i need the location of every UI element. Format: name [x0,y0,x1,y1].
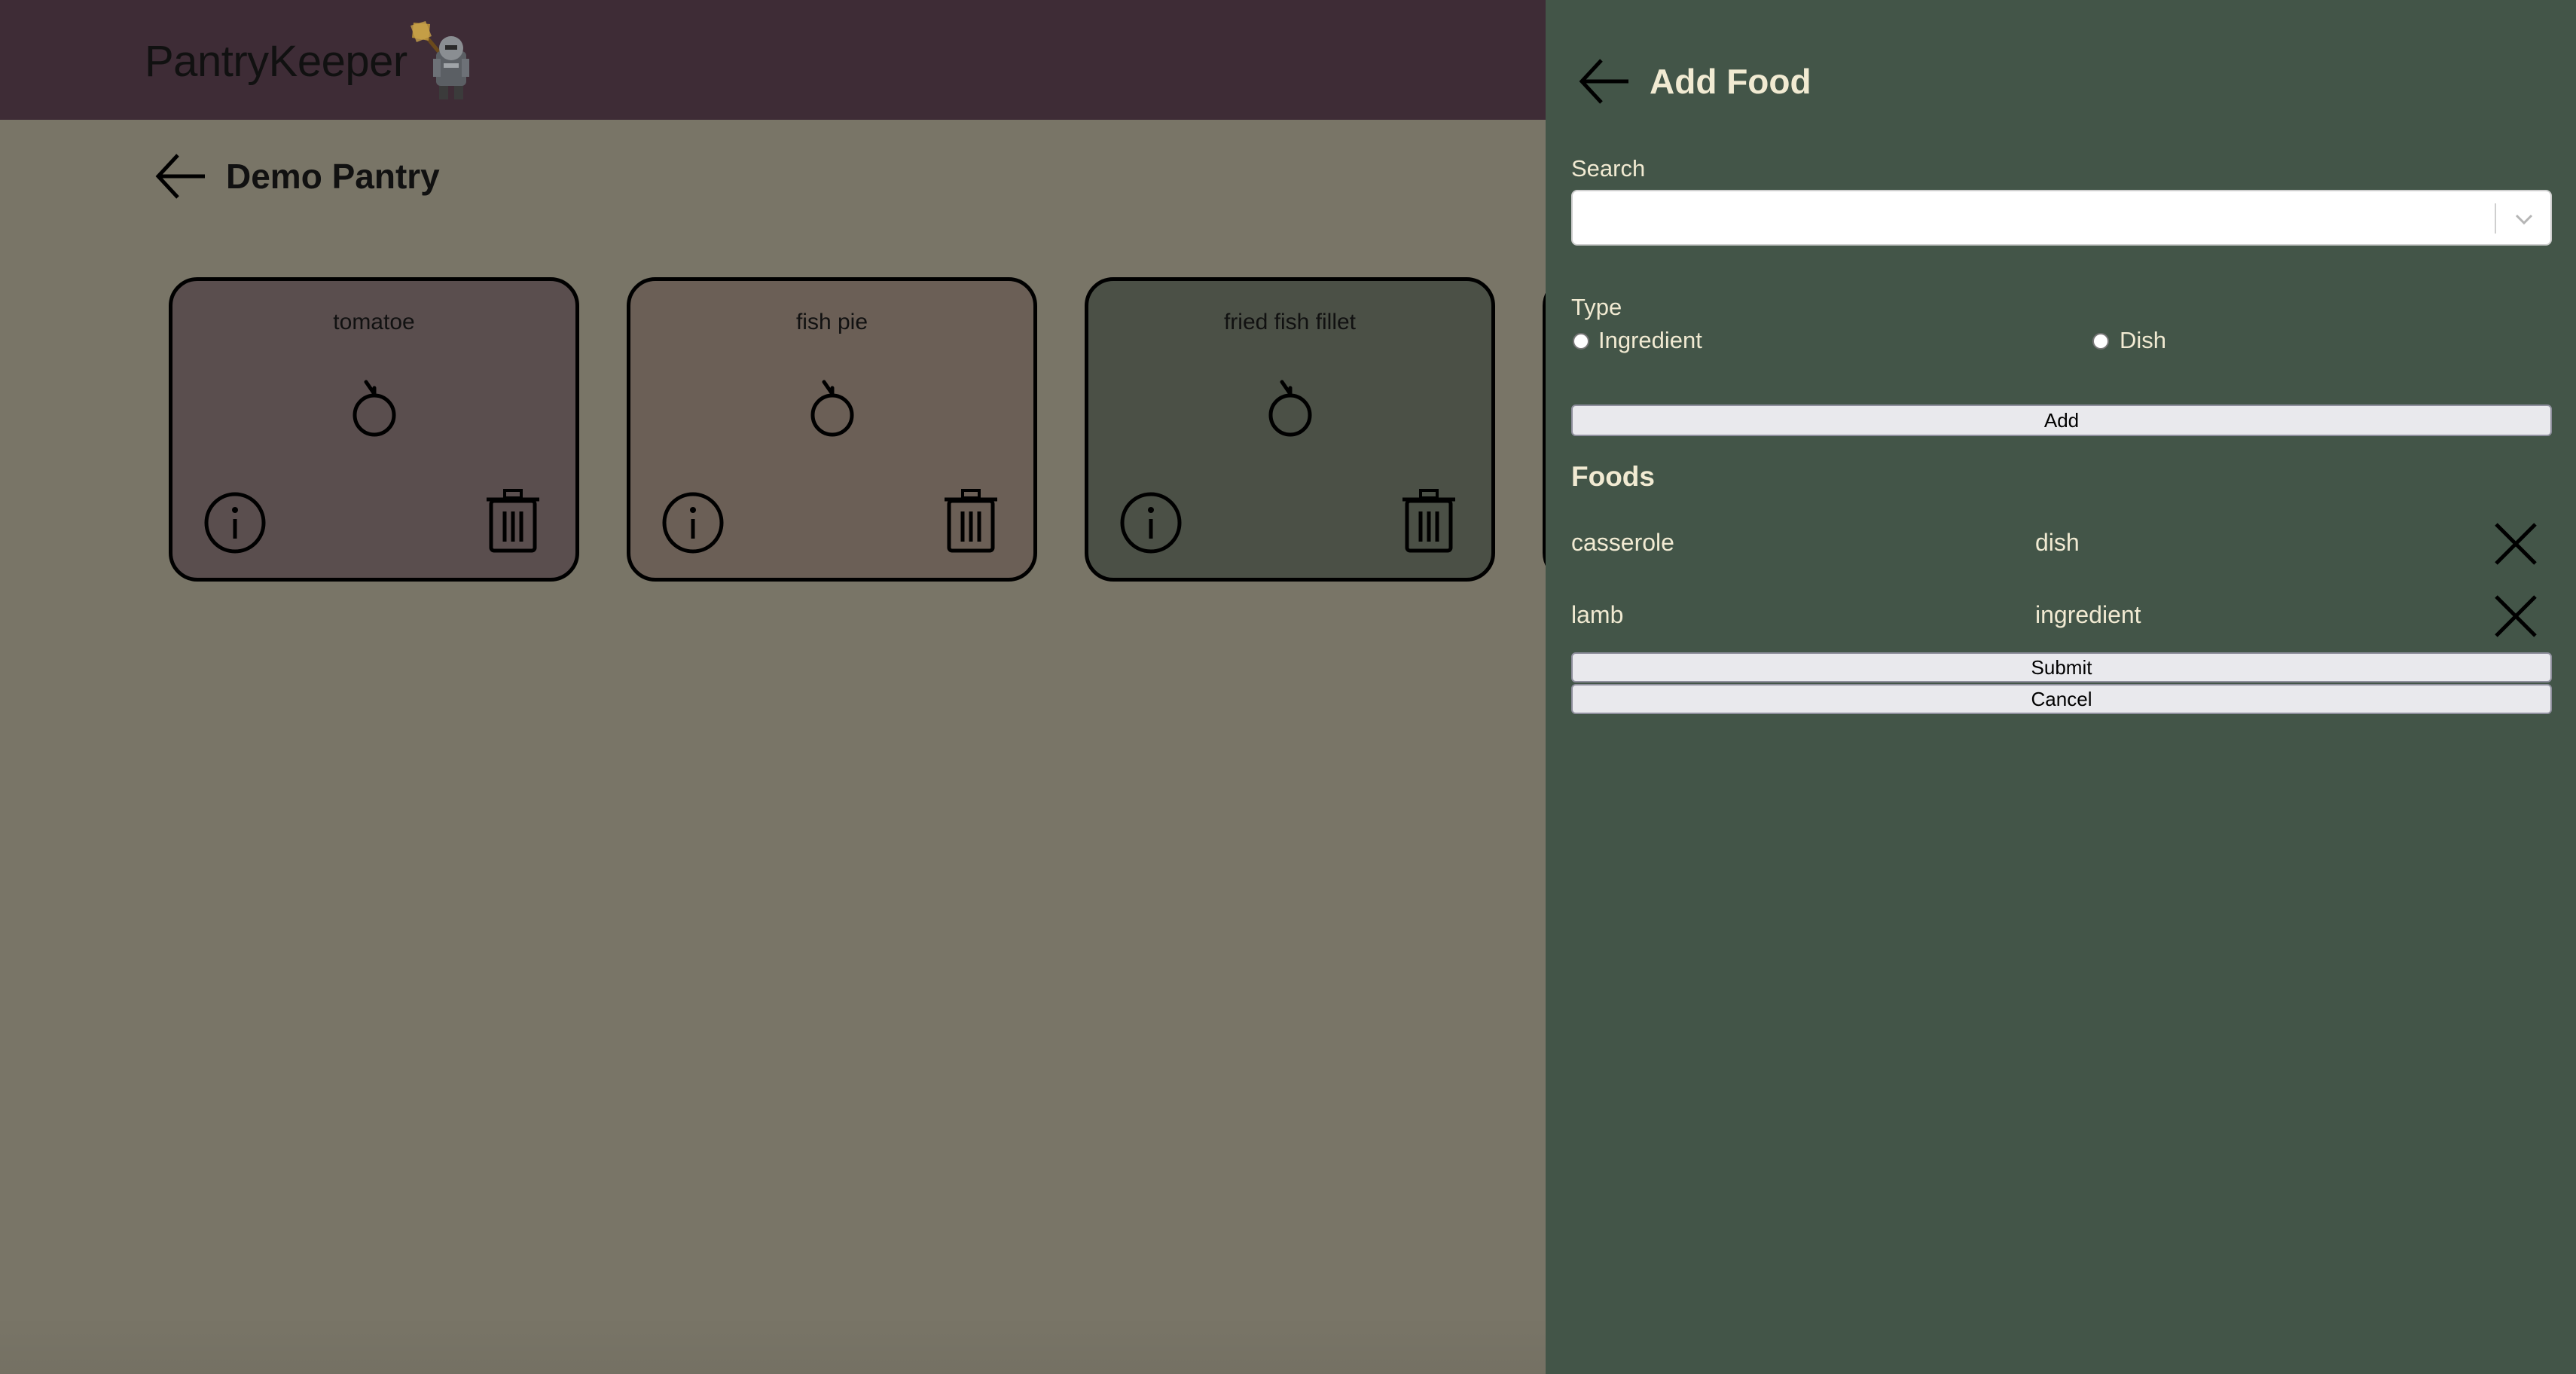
brand-name: PantryKeeper [145,37,407,86]
foods-heading: Foods [1571,461,1655,492]
pantry-item-card[interactable]: fish pie [627,277,1037,582]
drawer-title: Add Food [1650,62,1811,101]
pantry-title: Demo Pantry [226,157,440,196]
trash-icon[interactable] [945,489,997,554]
fruit-icon [810,380,853,437]
food-type: ingredient [2035,601,2141,628]
info-icon[interactable] [1119,490,1183,555]
pantry-item-name: fish pie [795,310,868,334]
info-icon[interactable] [661,490,725,555]
arrow-left-icon [155,154,205,199]
food-name: lamb [1571,601,1624,628]
type-ingredient-radio[interactable] [1573,333,1589,350]
trash-icon[interactable] [1402,489,1455,554]
fruit-icon [353,380,395,437]
pantry-item-card[interactable]: fried fish fillet [1085,277,1495,582]
trash-icon[interactable] [487,489,539,554]
pantry-item-card[interactable]: tomatoe [169,277,579,582]
search-label: Search [1571,155,1646,182]
add-food-drawer: Add Food Search Type Ingredient Dish Add… [1546,0,2576,1374]
drawer-header: Add Food [1577,54,1811,108]
food-type: dish [2035,529,2080,556]
cancel-button[interactable]: Cancel [1571,684,2552,714]
fruit-icon [1268,380,1311,437]
add-button[interactable]: Add [1571,405,2552,436]
chevron-down-icon[interactable] [2511,206,2537,232]
search-separator [2495,203,2496,234]
info-icon[interactable] [203,490,267,555]
drawer-back-button[interactable] [1577,54,1631,108]
bottom-shadow [0,1314,1546,1374]
type-label: Type [1571,294,1622,320]
close-icon[interactable] [2493,521,2538,566]
search-select[interactable] [1571,190,2552,246]
pantry-header: Demo Pantry [154,149,440,203]
type-ingredient-label[interactable]: Ingredient [1598,327,1702,354]
pantry-item-name: tomatoe [333,310,415,334]
arrow-left-icon [1579,59,1628,104]
close-icon[interactable] [2493,594,2538,639]
submit-button[interactable]: Submit [1571,652,2552,682]
brand[interactable]: PantryKeeper [145,21,486,104]
food-name: casserole [1571,529,1674,556]
type-dish-radio[interactable] [2092,333,2109,350]
knight-broom-logo-icon [410,21,469,99]
pantry-back-button[interactable] [154,149,208,203]
pantry-item-name: fried fish fillet [1223,310,1357,334]
pantry-item-list: tomatoe fish pie fried fish fillet [169,277,1547,582]
type-dish-label[interactable]: Dish [2120,327,2166,354]
app-page: PantryKeeper Demo Pantry tomatoe fish pi… [0,0,2576,1374]
